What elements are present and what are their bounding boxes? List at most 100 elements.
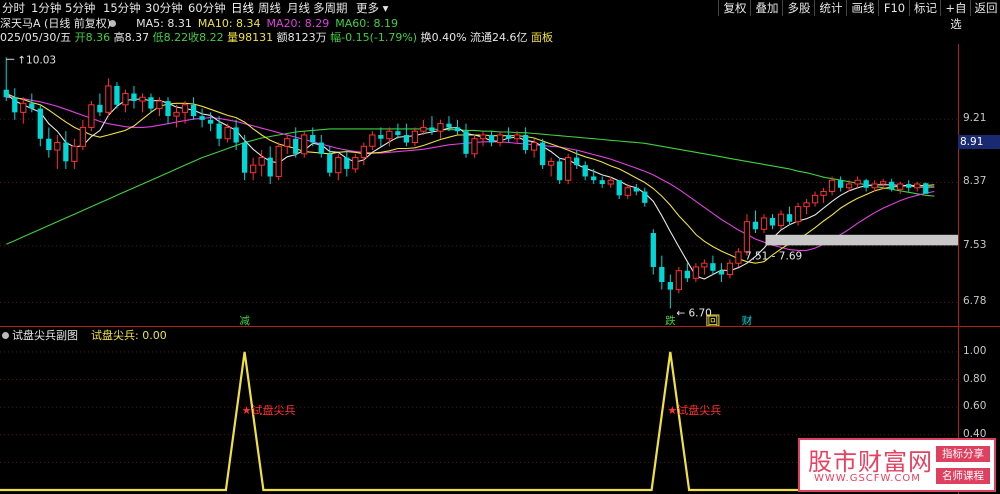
- candle[interactable]: [582, 161, 588, 181]
- candle[interactable]: [794, 202, 802, 226]
- period-tab-8[interactable]: 月线: [287, 1, 310, 15]
- period-tab-4[interactable]: 30分钟: [145, 1, 183, 15]
- event-tag-3[interactable]: 财: [742, 314, 753, 326]
- candle[interactable]: [591, 168, 597, 184]
- candlestick-chart[interactable]: ↑10.03← 6.707.51 - 7.69减跌回财: [0, 44, 958, 326]
- toolbar-button-5[interactable]: F10: [878, 0, 910, 16]
- candle[interactable]: [190, 97, 197, 120]
- toolbar-button-8[interactable]: 返回: [970, 0, 1000, 16]
- toolbar-button-3[interactable]: 统计: [814, 0, 847, 16]
- candle[interactable]: [718, 263, 725, 283]
- candle[interactable]: [897, 181, 904, 194]
- candle[interactable]: [837, 176, 844, 192]
- candle[interactable]: [97, 93, 103, 117]
- candle[interactable]: [199, 108, 205, 128]
- period-tab-1[interactable]: 1分钟: [31, 1, 61, 15]
- candle[interactable]: [275, 142, 282, 181]
- candle[interactable]: [906, 180, 912, 192]
- candle[interactable]: [565, 153, 572, 184]
- candle[interactable]: [650, 229, 656, 275]
- candle[interactable]: [250, 157, 257, 181]
- toolbar-button-4[interactable]: 画线: [846, 0, 879, 16]
- candle[interactable]: [488, 131, 495, 147]
- candle[interactable]: [267, 146, 273, 184]
- candle[interactable]: [667, 274, 673, 309]
- period-tab-5[interactable]: 60分钟: [188, 1, 226, 15]
- candle[interactable]: [735, 248, 742, 267]
- candle[interactable]: [344, 150, 350, 177]
- period-tab-7[interactable]: 周线: [258, 1, 281, 15]
- candle[interactable]: [131, 85, 137, 109]
- candle[interactable]: [360, 142, 367, 166]
- candle[interactable]: [496, 131, 504, 147]
- candle[interactable]: [403, 123, 410, 147]
- period-tab-2[interactable]: 5分钟: [65, 1, 95, 15]
- candle[interactable]: [233, 119, 239, 151]
- candle[interactable]: [471, 134, 478, 158]
- candle[interactable]: [395, 123, 401, 139]
- candle[interactable]: [760, 214, 768, 234]
- period-tab-10[interactable]: 更多 ▾: [356, 1, 388, 15]
- candle[interactable]: [463, 123, 469, 158]
- candle[interactable]: [522, 127, 529, 154]
- candle[interactable]: [88, 101, 95, 132]
- candle[interactable]: [327, 146, 333, 177]
- candle[interactable]: [811, 191, 819, 207]
- candle[interactable]: [411, 127, 419, 147]
- candle[interactable]: [633, 184, 639, 196]
- candle[interactable]: [318, 134, 324, 158]
- candle[interactable]: [284, 134, 291, 154]
- candle[interactable]: [692, 263, 700, 283]
- event-tag-2[interactable]: 回: [708, 315, 719, 326]
- candle[interactable]: [479, 131, 487, 147]
- candle[interactable]: [173, 104, 180, 128]
- candle[interactable]: [854, 176, 861, 188]
- event-tag-1[interactable]: 跌: [665, 314, 676, 326]
- candle[interactable]: [20, 97, 27, 124]
- candle[interactable]: [454, 119, 461, 135]
- candle[interactable]: [557, 157, 563, 184]
- toolbar-button-7[interactable]: +自选: [940, 0, 971, 31]
- candle[interactable]: [165, 97, 171, 124]
- candle[interactable]: [148, 93, 154, 113]
- candle[interactable]: [769, 214, 776, 230]
- toolbar-button-1[interactable]: 叠加: [750, 0, 783, 16]
- candle[interactable]: [37, 104, 43, 147]
- candle[interactable]: [301, 131, 308, 158]
- candle[interactable]: [79, 119, 87, 151]
- candle[interactable]: [675, 266, 682, 294]
- candle[interactable]: [539, 138, 546, 169]
- candle[interactable]: [803, 199, 810, 215]
- candle[interactable]: [369, 131, 376, 151]
- panel-button[interactable]: 面板: [531, 31, 553, 44]
- candle[interactable]: [599, 176, 605, 188]
- event-tag-0[interactable]: 减: [239, 315, 250, 326]
- candle[interactable]: [114, 82, 120, 109]
- candle[interactable]: [752, 210, 759, 234]
- period-tab-3[interactable]: 15分钟: [103, 1, 141, 15]
- candle[interactable]: [139, 93, 146, 113]
- candle[interactable]: [437, 119, 444, 139]
- candle[interactable]: [122, 89, 129, 113]
- candle[interactable]: [71, 138, 78, 169]
- toolbar-button-0[interactable]: 复权: [718, 0, 751, 16]
- candle[interactable]: [63, 131, 69, 169]
- candle[interactable]: [701, 259, 708, 275]
- candle[interactable]: [820, 187, 827, 203]
- candle[interactable]: [863, 178, 869, 192]
- candle[interactable]: [547, 157, 555, 177]
- candle[interactable]: [3, 57, 9, 102]
- candle[interactable]: [642, 187, 648, 207]
- period-tab-0[interactable]: 分时: [2, 1, 25, 15]
- candle[interactable]: [378, 127, 384, 147]
- toolbar-button-6[interactable]: 标记: [909, 0, 941, 16]
- candle[interactable]: [352, 153, 359, 173]
- stock-title[interactable]: 深天马A (日线 前复权): [0, 17, 111, 30]
- toolbar-button-2[interactable]: 多股: [782, 0, 815, 16]
- candle[interactable]: [914, 181, 921, 192]
- candle[interactable]: [710, 255, 716, 275]
- candle[interactable]: [684, 263, 690, 283]
- candle[interactable]: [726, 259, 734, 279]
- candle[interactable]: [46, 127, 52, 158]
- candle[interactable]: [659, 255, 665, 290]
